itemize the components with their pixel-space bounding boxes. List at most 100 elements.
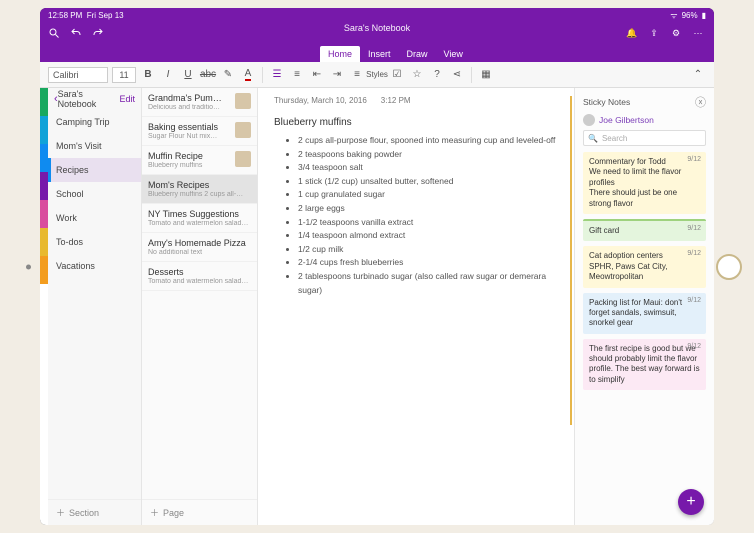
page-title: Amy's Homemade Pizza — [148, 238, 251, 248]
page-item[interactable]: Baking essentialsSugar Flour Nut mix… — [142, 117, 257, 146]
sticky-note[interactable]: 9/12The first recipe is good but we shou… — [583, 339, 706, 391]
ingredient-item: 1/2 cup milk — [298, 243, 558, 257]
note-text: The first recipe is good but we should p… — [589, 344, 700, 386]
tag-button[interactable]: ⋖ — [449, 67, 465, 83]
page-item[interactable]: Amy's Homemade PizzaNo additional text — [142, 233, 257, 262]
share-icon[interactable]: ⇪ — [648, 27, 660, 39]
font-selector[interactable]: Calibri — [48, 67, 108, 83]
section-color-tab[interactable] — [40, 200, 48, 228]
page-title: Mom's Recipes — [148, 180, 251, 190]
section-color-tab[interactable] — [40, 88, 48, 116]
section-item[interactable]: School — [48, 182, 141, 206]
page-item[interactable]: Muffin RecipeBlueberry muffins — [142, 146, 257, 175]
ipad-home-button[interactable] — [716, 254, 742, 280]
highlight-button[interactable]: ✎ — [220, 67, 236, 83]
search-icon[interactable] — [48, 27, 60, 39]
ribbon-tabs: Home Insert Draw View — [40, 44, 714, 62]
tab-home[interactable]: Home — [320, 46, 360, 62]
page-thumbnail — [235, 122, 251, 138]
redo-icon[interactable] — [92, 27, 104, 39]
sticky-note[interactable]: 9/12Packing list for Maui: don't forget … — [583, 293, 706, 334]
ribbon: Calibri 11 B I U abc ✎ A ☰ ≡ ⇤ ⇥ ≡ Style… — [40, 62, 714, 88]
section-color-tab[interactable] — [40, 256, 48, 284]
bell-icon[interactable]: 🔔 — [626, 27, 638, 39]
page-item[interactable]: Grandma's Pum…Delicious and traditio… — [142, 88, 257, 117]
note-date: Thursday, March 10, 2016 — [274, 96, 367, 105]
outdent-button[interactable]: ⇤ — [309, 67, 325, 83]
bullets-button[interactable]: ☰ — [269, 67, 285, 83]
add-page-button[interactable]: ＋Page — [142, 499, 257, 525]
ingredient-item: 1-1/2 teaspoons vanilla extract — [298, 216, 558, 230]
page-title: Baking essentials — [148, 122, 231, 132]
add-section-button[interactable]: ＋Section — [48, 499, 141, 525]
add-note-fab[interactable]: + — [678, 489, 704, 515]
sticky-note[interactable]: 9/12Cat adoption centers SPHR, Paws Cat … — [583, 246, 706, 287]
pages-pane: Grandma's Pum…Delicious and traditio…Bak… — [142, 88, 258, 525]
indent-button[interactable]: ⇥ — [329, 67, 345, 83]
section-item[interactable]: Vacations — [48, 254, 141, 278]
bold-button[interactable]: B — [140, 67, 156, 83]
note-canvas[interactable]: Thursday, March 10, 2016 3:12 PM Blueber… — [258, 88, 574, 525]
note-time: 3:12 PM — [381, 96, 411, 105]
italic-button[interactable]: I — [160, 67, 176, 83]
section-item[interactable]: To-dos — [48, 230, 141, 254]
todo-button[interactable]: ☑ — [389, 67, 405, 83]
sticky-note[interactable]: 9/12Commentary for Todd We need to limit… — [583, 152, 706, 214]
plus-icon: ＋ — [56, 506, 65, 519]
insert-button[interactable]: ▦ — [478, 67, 494, 83]
page-item[interactable]: NY Times SuggestionsTomato and watermelo… — [142, 204, 257, 233]
font-color-button[interactable]: A — [240, 67, 256, 83]
notebook-title: Sara's Notebook — [344, 23, 410, 33]
section-item[interactable]: Camping Trip — [48, 110, 141, 134]
section-color-tab[interactable] — [40, 172, 48, 200]
settings-icon[interactable]: ⚙ — [670, 27, 682, 39]
more-icon[interactable]: ⋯ — [692, 27, 704, 39]
page-subtitle: Tomato and watermelon salad… — [148, 220, 251, 227]
sticky-note[interactable]: 9/12Gift card — [583, 219, 706, 241]
tab-insert[interactable]: Insert — [360, 46, 399, 62]
page-title: Grandma's Pum… — [148, 93, 231, 103]
tab-draw[interactable]: Draw — [399, 46, 436, 62]
page-thumbnail — [235, 93, 251, 109]
sticky-search[interactable]: 🔍 Search — [583, 130, 706, 146]
close-icon[interactable]: ⓧ — [695, 94, 706, 110]
page-item[interactable]: Mom's RecipesBlueberry muffins 2 cups al… — [142, 175, 257, 204]
underline-button[interactable]: U — [180, 67, 196, 83]
note-date: 9/12 — [687, 249, 701, 258]
ingredient-list: 2 cups all-purpose flour, spooned into m… — [274, 134, 558, 297]
sections-pane: ‹ Sara's Notebook Edit Camping TripMom's… — [48, 88, 142, 525]
font-size[interactable]: 11 — [112, 67, 136, 83]
question-button[interactable]: ? — [429, 67, 445, 83]
numbering-button[interactable]: ≡ — [289, 67, 305, 83]
section-item[interactable]: Recipes — [48, 158, 141, 182]
status-time: 12:58 PM — [48, 11, 82, 20]
section-color-tab[interactable] — [40, 228, 48, 256]
ingredient-item: 2 teaspoons baking powder — [298, 148, 558, 162]
star-button[interactable]: ☆ — [409, 67, 425, 83]
ingredient-item: 2 cups all-purpose flour, spooned into m… — [298, 134, 558, 148]
recipe-heading: Blueberry muffins — [274, 117, 558, 128]
ingredient-item: 1/4 teaspoon almond extract — [298, 229, 558, 243]
ribbon-collapse-icon[interactable]: ⌃ — [690, 67, 706, 83]
align-button[interactable]: ≡ — [349, 67, 365, 83]
section-color-tab[interactable] — [40, 116, 48, 144]
undo-icon[interactable] — [70, 27, 82, 39]
note-date: 9/12 — [687, 342, 701, 351]
page-item[interactable]: DessertsTomato and watermelon salad… — [142, 262, 257, 291]
section-item[interactable]: Work — [48, 206, 141, 230]
status-bar: 12:58 PM Fri Sep 13 ᯤ 96% ▮ — [40, 8, 714, 22]
status-date: Fri Sep 13 — [87, 11, 124, 20]
styles-button[interactable]: Styles — [369, 67, 385, 83]
section-item[interactable]: Mom's Visit — [48, 134, 141, 158]
avatar — [583, 114, 595, 126]
tab-view[interactable]: View — [436, 46, 471, 62]
sticky-user[interactable]: Joe Gilbertson — [583, 114, 706, 126]
note-text: Packing list for Maui: don't forget sand… — [589, 298, 700, 329]
strike-button[interactable]: abc — [200, 67, 216, 83]
page-subtitle: Sugar Flour Nut mix… — [148, 133, 231, 140]
section-color-strip — [40, 88, 48, 525]
wifi-icon: ᯤ — [670, 10, 677, 21]
note-date: 9/12 — [687, 155, 701, 164]
section-color-tab[interactable] — [40, 144, 48, 172]
edit-button[interactable]: Edit — [119, 94, 135, 104]
